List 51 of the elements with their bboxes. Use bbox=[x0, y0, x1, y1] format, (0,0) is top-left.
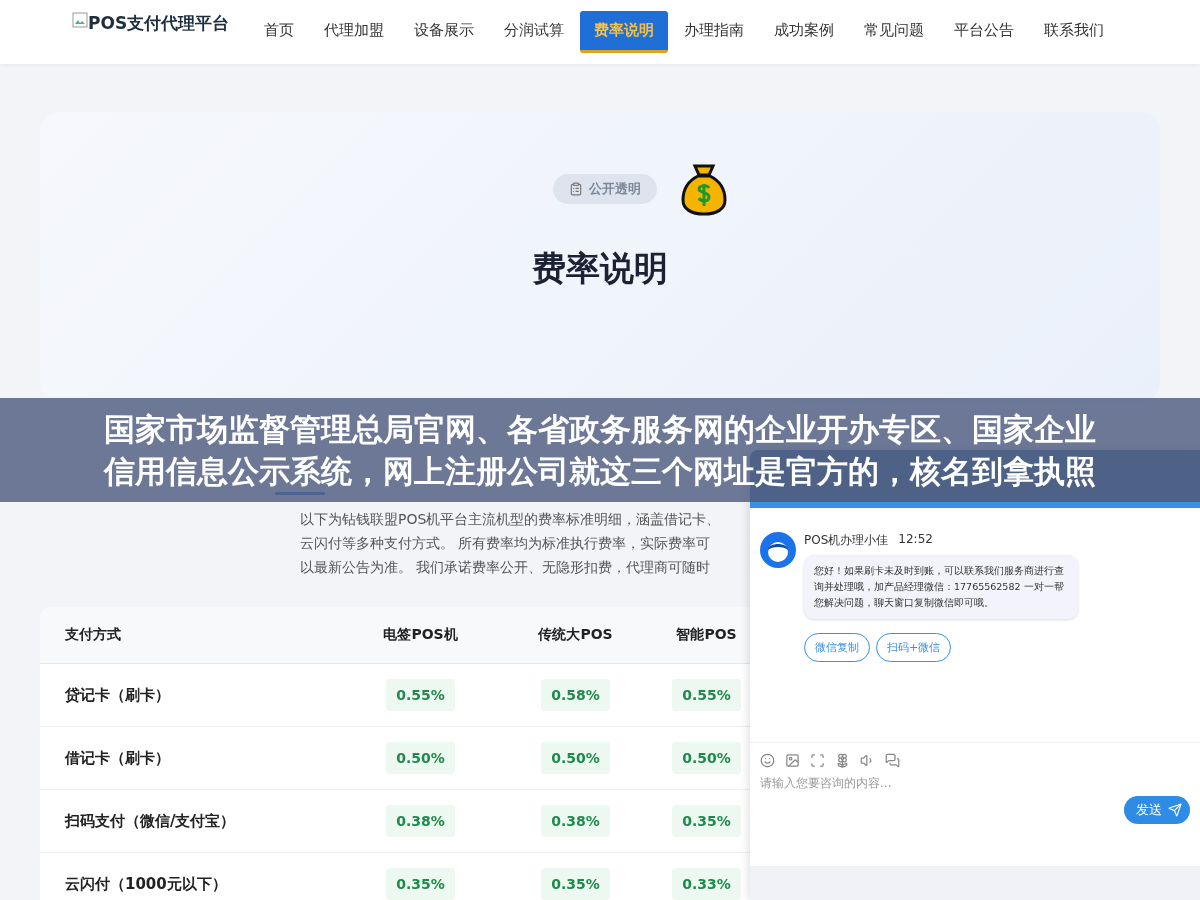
rate-tag: 0.50% bbox=[386, 742, 455, 774]
rate-tag: 0.50% bbox=[541, 742, 610, 774]
nav-link[interactable]: 平台公告 bbox=[940, 11, 1029, 53]
money-bag-icon bbox=[681, 162, 727, 216]
rate-tag: 0.38% bbox=[541, 805, 610, 837]
sender-name: POS机办理小佳 bbox=[804, 532, 889, 549]
rate-tag: 0.50% bbox=[672, 742, 741, 774]
nav-link[interactable]: 常见问题 bbox=[850, 11, 939, 53]
nav-link[interactable]: 代理加盟 bbox=[310, 11, 399, 53]
broken-image-icon bbox=[72, 11, 88, 28]
nav-link[interactable]: 办理指南 bbox=[670, 11, 759, 53]
avatar-icon bbox=[760, 532, 796, 568]
rate-tag: 0.55% bbox=[672, 679, 741, 711]
nav-link[interactable]: 首页 bbox=[250, 11, 309, 53]
message-time: 12:52 bbox=[898, 532, 933, 548]
message-bubble: 您好！如果刷卡未及时到账，可以联系我们服务商进行查询并处理哦，加产品经理微信：17765562582 一对一帮您解决问题，聊天窗口复制微信即可哦。 bbox=[804, 555, 1078, 619]
intro-text: 以最新公告为准。 我们承诺费率公开、无隐形扣费，代理商可随时 bbox=[300, 558, 711, 577]
chat-bubbles-icon[interactable] bbox=[885, 753, 900, 768]
nav-link[interactable]: 设备展示 bbox=[400, 11, 489, 53]
emoji-icon[interactable] bbox=[760, 753, 775, 768]
nav-link[interactable]: 成功案例 bbox=[760, 11, 849, 53]
logo-text[interactable]: POS支付代理平台 bbox=[88, 11, 230, 35]
rate-tag: 0.35% bbox=[386, 868, 455, 900]
banner-text: 国家市场监督管理总局官网、各省政务服务网的企业开办专区、国家企业 bbox=[104, 410, 1096, 449]
column-header: 智能POS bbox=[676, 626, 737, 644]
banner-text: 信用信息公示系统，网上注册公司就这三个网址是官方的，核名到拿执照 bbox=[104, 452, 1096, 491]
column-header: 电签POS机 bbox=[383, 626, 458, 644]
send-icon bbox=[1168, 803, 1182, 817]
quick-reply-button[interactable]: 扫码+微信 bbox=[876, 633, 952, 662]
flower-icon[interactable] bbox=[835, 753, 850, 768]
intro-text: 云闪付等多种支付方式。 所有费率均为标准执行费率，实际费率可 bbox=[300, 534, 711, 553]
table-cell-text: 云闪付（1000元以下） bbox=[64, 874, 228, 894]
rate-tag: 0.55% bbox=[386, 679, 455, 711]
column-header: 传统大POS bbox=[538, 626, 613, 644]
intro-text: 以下为钻钱联盟POS机平台主流机型的费率标准明细，涵盖借记卡、 bbox=[300, 510, 721, 529]
quick-reply-button[interactable]: 微信复制 bbox=[804, 633, 870, 662]
table-cell-text: 借记卡（刷卡） bbox=[63, 748, 171, 768]
image-icon[interactable] bbox=[785, 753, 800, 768]
page-title: 费率说明 bbox=[532, 247, 668, 290]
rate-tag: 0.35% bbox=[541, 868, 610, 900]
rate-tag: 0.58% bbox=[541, 679, 610, 711]
nav-link[interactable]: 分润试算 bbox=[490, 11, 579, 53]
rate-tag: 0.33% bbox=[672, 868, 741, 900]
nav-link[interactable]: 联系我们 bbox=[1030, 11, 1119, 53]
table-cell-text: 扫码支付（微信/支付宝） bbox=[63, 811, 237, 831]
table-cell-text: 贷记卡（刷卡） bbox=[64, 685, 171, 705]
scan-icon[interactable] bbox=[810, 753, 825, 768]
badge: 公开透明 bbox=[553, 174, 657, 204]
column-header: 支付方式 bbox=[65, 626, 121, 644]
rate-tag: 0.38% bbox=[386, 805, 455, 837]
rate-tag: 0.35% bbox=[672, 805, 741, 837]
